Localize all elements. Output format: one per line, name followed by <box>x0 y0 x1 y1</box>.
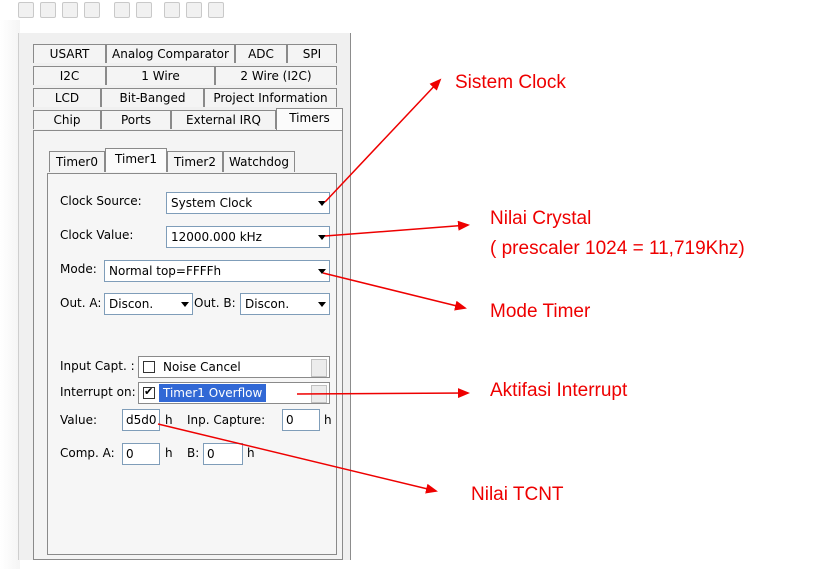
annotation-nilai-crystal: Nilai Crystal <box>490 208 592 229</box>
tab-timer1[interactable]: Timer1 <box>105 148 167 172</box>
annotation-arrows <box>157 78 470 494</box>
arrow-mode-timer <box>322 272 467 311</box>
arrow-sistem-clock <box>324 78 442 203</box>
tab-timers[interactable]: Timers <box>276 108 343 130</box>
annotation-prescaler: ( prescaler 1024 = 11,719Khz) <box>490 238 745 259</box>
arrow-aktifasi-interrupt <box>296 388 470 399</box>
annotation-sistem-clock: Sistem Clock <box>455 72 566 93</box>
annotation-nilai-tcnt: Nilai TCNT <box>471 484 564 505</box>
annotation-aktifasi-interrupt: Aktifasi Interrupt <box>490 380 628 401</box>
arrow-nilai-crystal <box>324 220 470 237</box>
arrow-nilai-tcnt <box>157 423 438 494</box>
annotation-mode-timer: Mode Timer <box>490 301 591 322</box>
